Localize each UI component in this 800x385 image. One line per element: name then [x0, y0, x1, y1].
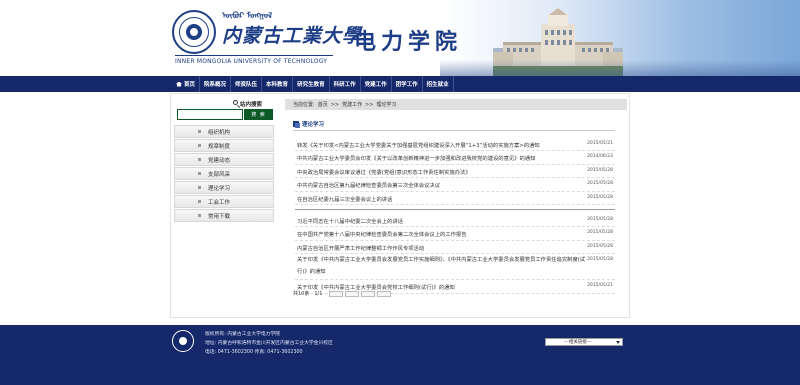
breadcrumb: 当前位置: 首页 >> 党建工作 >> 理论学习 [285, 99, 627, 110]
home-icon [176, 81, 182, 87]
section-title: 理论学习 [302, 122, 325, 128]
sidebar-item-union-work[interactable]: 工会工作 [174, 195, 274, 208]
bullet-icon [198, 172, 201, 175]
list-item[interactable]: 习近平同志在十八届中纪委二次全会上的讲话 2015/05/28 [295, 214, 615, 228]
article-title[interactable]: 中央政治局常委会议审议通过《党委(党组)意识形态工作责任制实施办法》 [297, 168, 567, 176]
article-date: 2015/05/28 [587, 230, 613, 236]
breadcrumb-separator: >> [365, 101, 374, 108]
university-name-en: INNER MONGOLIA UNIVERSITY OF TECHNOLOGY [175, 58, 328, 65]
sidebar-item-theory-study[interactable]: 理论学习 [174, 181, 274, 194]
chevron-down-icon [616, 341, 620, 344]
university-name-cn: 内蒙古工業大學 [222, 25, 363, 47]
footer-emblem-icon [172, 330, 194, 352]
article-date: 2015/05/28 [587, 181, 613, 187]
nav-admissions[interactable]: 招生就业 [423, 76, 454, 92]
article-date: 2015/05/21 [587, 283, 613, 289]
list-item[interactable]: 内蒙古自治区开展严肃工作纪律整顿工作作风专项活动 2015/05/28 [295, 241, 615, 255]
sidebar-item-organization[interactable]: 组织机构 [174, 125, 274, 138]
article-title[interactable]: 习近平同志在十八届中纪委二次全会上的讲话 [297, 217, 567, 225]
bullet-icon [198, 158, 201, 161]
article-title[interactable]: 在自治区纪委九届三次全委会议上的讲话 [297, 195, 567, 203]
main-nav: 首页 院系概况 师资队伍 本科教育 研究生教育 科研工作 党建工作 团学工作 招… [0, 76, 800, 92]
article-title[interactable]: 中共内蒙古自治区第九届纪律检查委员会第三次全体会议决议 [297, 181, 567, 189]
search-icon [233, 100, 238, 105]
pagination-page: 1/1 [314, 290, 323, 297]
site-footer: 版权所有: 内蒙古工业大学电力学院 地址: 内蒙古呼和浩特市金川开发区内蒙古工业… [0, 325, 800, 385]
nav-home[interactable]: 首页 [172, 76, 201, 92]
sidebar-item-downloads[interactable]: 常用下载 [174, 209, 274, 222]
list-item[interactable]: 关于印发《中共内蒙古工业大学委员会发展党员工作实施细则》、《中共内蒙古工业大学委… [295, 254, 615, 281]
bullet-icon [198, 186, 201, 189]
breadcrumb-party-building[interactable]: 党建工作 [342, 101, 362, 108]
document-icon [293, 121, 300, 128]
list-item[interactable]: 中央政治局常委会议审议通过《党委(党组)意识形态工作责任制实施办法》 2015/0… [295, 165, 615, 179]
search-button[interactable]: 搜 索 [244, 109, 273, 120]
site-name: 电力学院 [354, 29, 463, 55]
nav-undergraduate[interactable]: 本科教育 [262, 76, 294, 92]
bullet-icon [198, 214, 201, 217]
list-item[interactable]: 在自治区纪委九届三次全委会议上的讲话 2015/05/28 [295, 192, 615, 205]
sidebar-item-branch-showcase[interactable]: 支部风采 [174, 167, 274, 180]
article-date: 2014/06/23 [587, 154, 613, 160]
header-ground-shade [440, 60, 800, 76]
nav-graduate[interactable]: 研究生教育 [293, 76, 330, 92]
related-links-label: ---相关链接--- [564, 340, 592, 345]
footer-phone: 电话: 0471-3602300 传真: 0471-3602300 [205, 350, 303, 355]
nav-department-overview[interactable]: 院系概况 [200, 76, 232, 92]
article-date: 2015/05/28 [587, 216, 613, 222]
sidebar-item-regulations[interactable]: 规章制度 [174, 139, 274, 152]
first-page-button[interactable] [329, 290, 344, 297]
article-title[interactable]: 在中国共产党第十八届中央纪律检查委员会第二次全体会议上的工作报告 [297, 230, 567, 238]
university-emblem-icon [172, 10, 216, 54]
bullet-icon [198, 144, 201, 147]
main-panel: 站内搜索 搜 索 组织机构 规章制度 党建动态 支部风采 理论学习 工会工作 常… [170, 93, 630, 318]
section-header: 理论学习 [293, 120, 324, 128]
article-date: 2015/05/28 [587, 167, 613, 173]
footer-address: 地址: 内蒙古呼和浩特市金川开发区内蒙古工业大学金川校区 [205, 341, 333, 346]
nav-youth-league[interactable]: 团学工作 [392, 76, 423, 92]
prev-page-button[interactable] [345, 290, 360, 297]
section-divider [293, 130, 615, 131]
list-group-divider [295, 208, 615, 210]
next-page-button[interactable] [361, 290, 376, 297]
article-date: 2015/05/21 [587, 141, 613, 146]
bullet-icon [198, 200, 201, 203]
footer-copyright: 版权所有: 内蒙古工业大学电力学院 [205, 332, 281, 337]
related-links-select[interactable]: ---相关链接--- [545, 338, 623, 346]
list-item[interactable]: 中共内蒙古自治区第九届纪律检查委员会第三次全体会议决议 2015/05/28 [295, 178, 615, 192]
search-title: 站内搜索 [240, 102, 263, 108]
list-item[interactable]: 中共内蒙古工业大学委员会印发《关于以改革创新精神进一步加强和改进我校党的建设的意… [295, 151, 615, 165]
article-date: 2015/05/28 [587, 243, 613, 249]
breadcrumb-prefix: 当前位置: [293, 102, 315, 108]
article-date: 2015/05/28 [587, 257, 613, 263]
pagination: 共10条 1/1 [293, 290, 392, 297]
nav-faculty[interactable]: 师资队伍 [231, 76, 263, 92]
article-title[interactable]: 转发《关于印发<内蒙古工业大学党委关于加强基层党组织建设深入开展“1+3”活动的… [297, 141, 567, 149]
article-title[interactable]: 中共内蒙古工业大学委员会印发《关于以改革创新精神进一步加强和改进我校党的建设的意… [297, 154, 567, 162]
bullet-icon [198, 130, 201, 133]
mongolian-title: ᠥᠪᠦᠷ ᠮᠣᠩᠭᠣᠯ [222, 11, 273, 20]
list-item[interactable]: 转发《关于印发<内蒙古工业大学党委关于加强基层党组织建设深入开展“1+3”活动的… [295, 138, 615, 152]
list-item[interactable]: 在中国共产党第十八届中央纪律检查委员会第二次全体会议上的工作报告 2015/05/… [295, 227, 615, 241]
last-page-button[interactable] [377, 290, 392, 297]
sidebar-item-party-news[interactable]: 党建动态 [174, 153, 274, 166]
nav-research[interactable]: 科研工作 [330, 76, 361, 92]
breadcrumb-home[interactable]: 首页 [318, 101, 328, 108]
article-title[interactable]: 内蒙古自治区开展严肃工作纪律整顿工作作风专项活动 [297, 244, 567, 252]
footer-info: 版权所有: 内蒙古工业大学电力学院 地址: 内蒙古呼和浩特市金川开发区内蒙古工业… [205, 330, 333, 357]
article-date: 2015/05/28 [587, 194, 613, 200]
breadcrumb-separator: >> [330, 101, 340, 108]
site-header: ᠥᠪᠦᠷ ᠮᠣᠩᠭᠣᠯ 内蒙古工業大學 INNER MONGOLIA UNIVE… [0, 0, 800, 76]
nav-party-building[interactable]: 党建工作 [361, 76, 392, 92]
article-title[interactable]: 关于印发《中共内蒙古工业大学委员会发展党员工作实施细则》、《中共内蒙古工业大学委… [297, 254, 587, 278]
pagination-total: 共10条 [293, 291, 310, 297]
search-input[interactable] [177, 109, 243, 120]
article-list: 转发《关于印发<内蒙古工业大学党委关于加强基层党组织建设深入开展“1+3”活动的… [295, 138, 615, 294]
header-divider [175, 55, 333, 56]
breadcrumb-current[interactable]: 理论学习 [377, 101, 397, 108]
sidebar-menu: 组织机构 规章制度 党建动态 支部风采 理论学习 工会工作 常用下载 [174, 125, 274, 223]
